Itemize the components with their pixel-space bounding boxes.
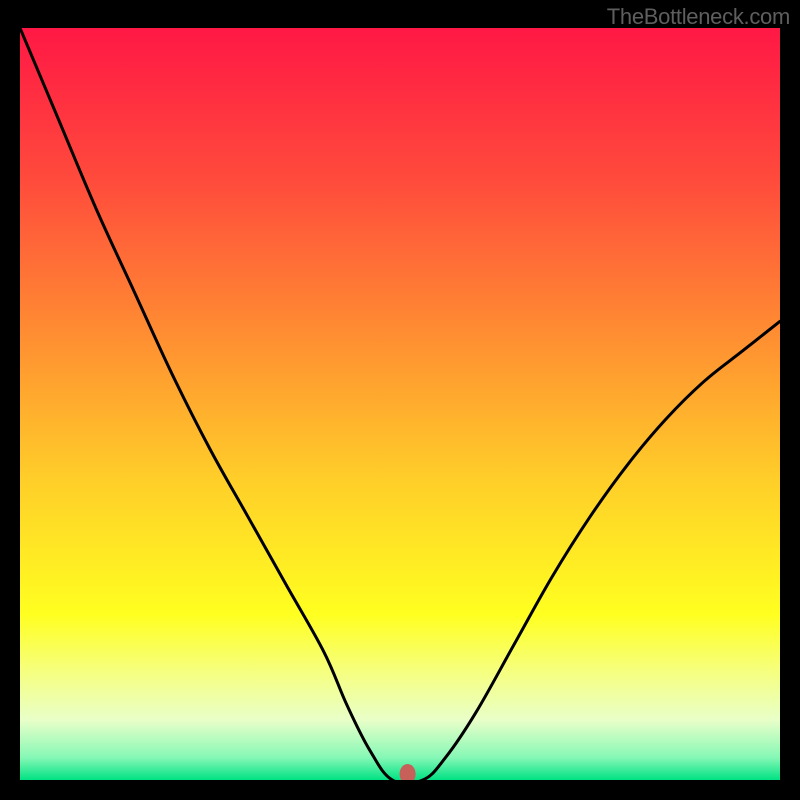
gradient-background: [20, 28, 780, 780]
bottleneck-chart: [20, 28, 780, 780]
watermark-text: TheBottleneck.com: [607, 4, 790, 30]
